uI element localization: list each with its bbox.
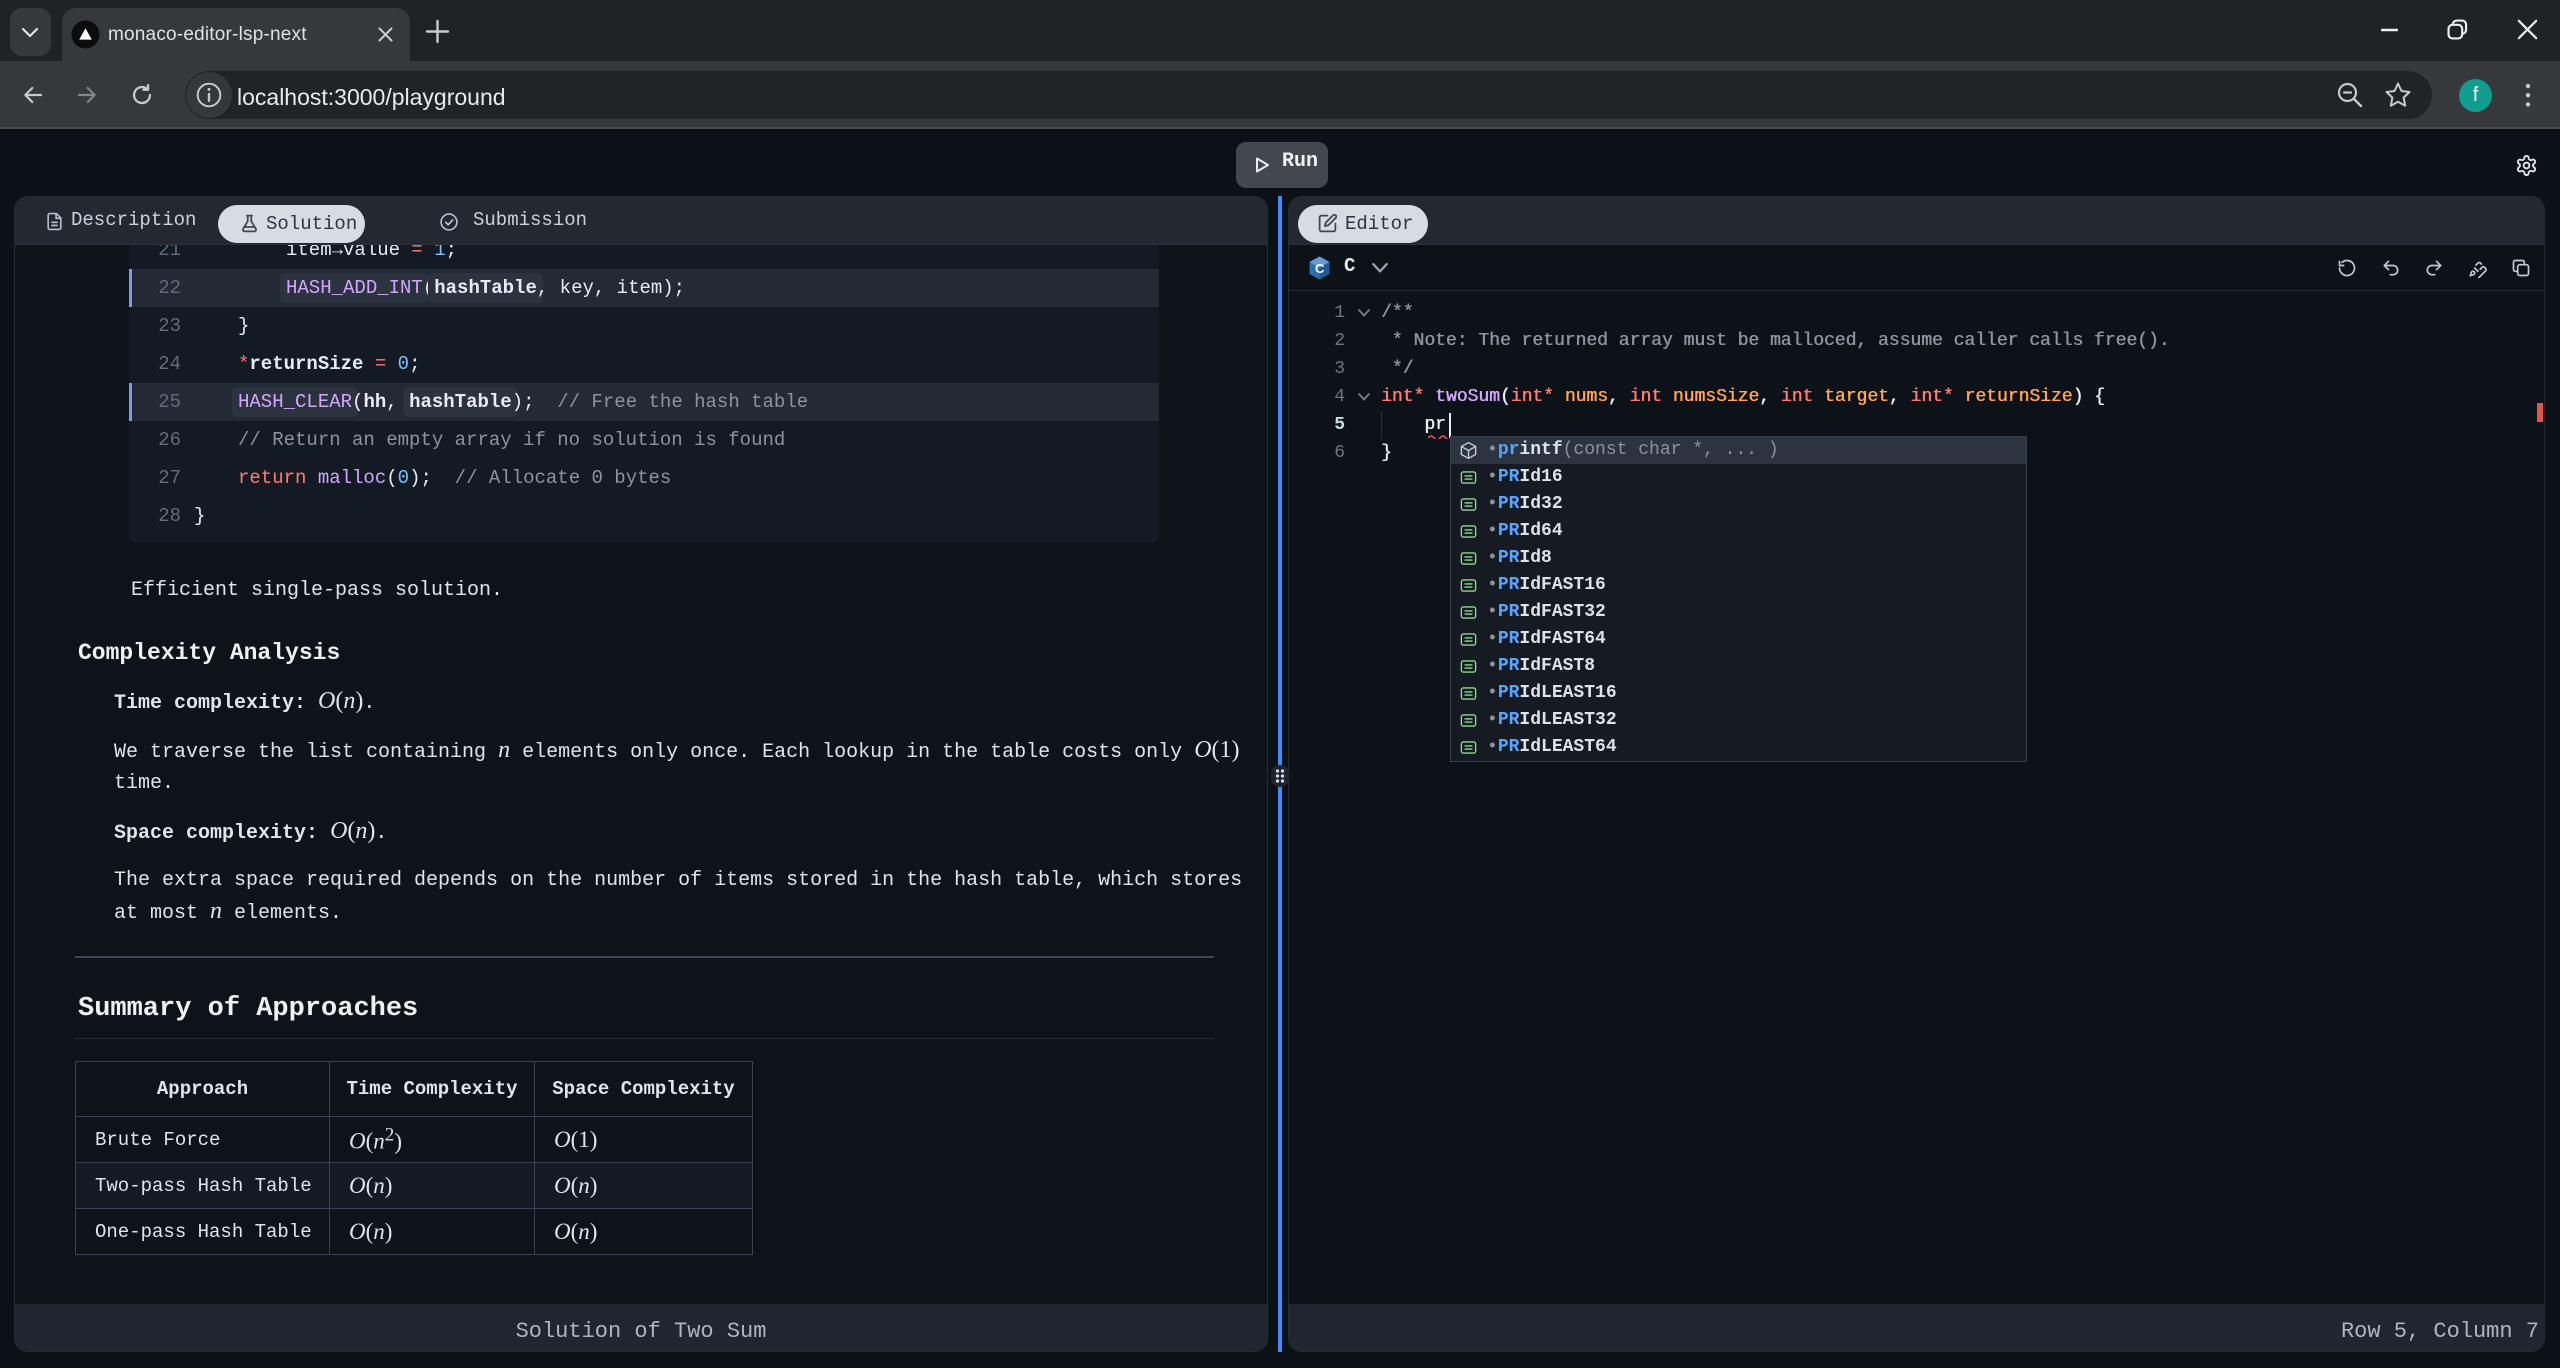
svg-text:C: C	[1315, 261, 1325, 276]
